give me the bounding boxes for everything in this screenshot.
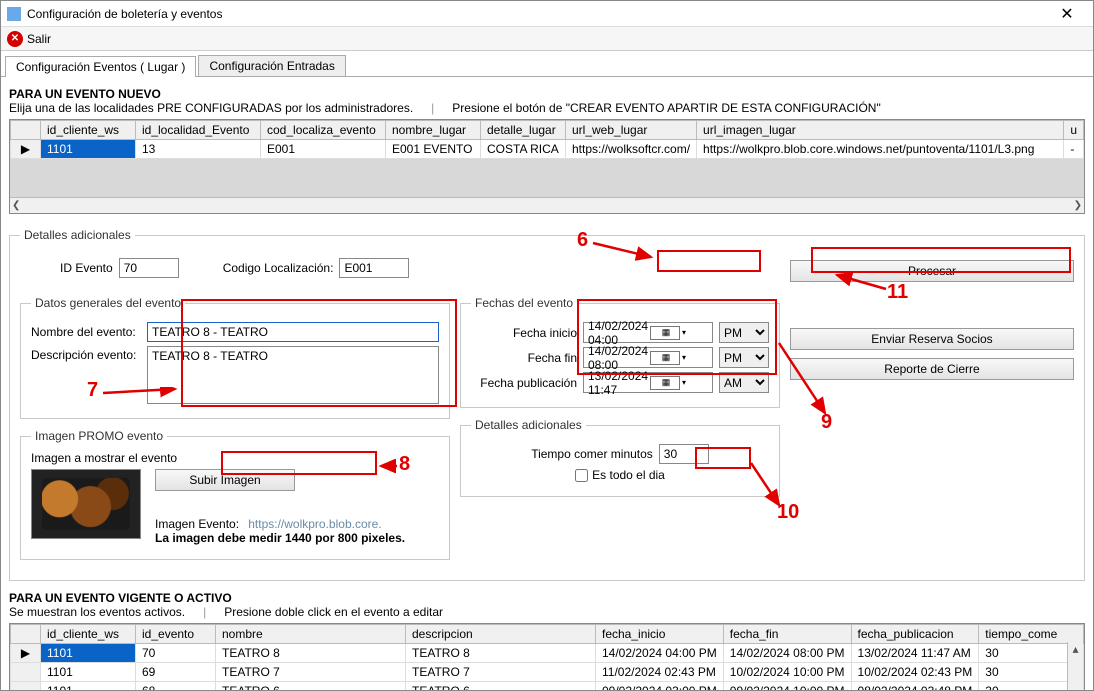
col-id-localidad[interactable]: id_localidad_Evento xyxy=(136,121,261,140)
descripcion-evento-label: Descripción evento: xyxy=(31,346,141,362)
fecha-pub-label: Fecha publicación xyxy=(480,376,577,390)
separator: | xyxy=(431,101,434,115)
nombre-evento-label: Nombre del evento: xyxy=(31,325,141,339)
promo-mostrar-label: Imagen a mostrar el evento xyxy=(31,451,439,465)
calendar-icon[interactable]: ▦ xyxy=(650,326,680,340)
table-row[interactable]: 110168TEATRO 6TEATRO 609/02/2024 03:00 P… xyxy=(11,682,1084,691)
col-fecha-fin[interactable]: fecha_fin xyxy=(723,625,851,644)
nombre-evento-input[interactable] xyxy=(147,322,439,342)
exit-button[interactable]: Salir xyxy=(27,32,51,46)
todo-dia-label: Es todo el dia xyxy=(592,468,665,482)
descripcion-evento-input[interactable]: TEATRO 8 - TEATRO xyxy=(147,346,439,404)
new-event-hint2: Presione el botón de "CREAR EVENTO APART… xyxy=(452,101,880,115)
detalles-legend: Detalles adicionales xyxy=(20,228,135,242)
todo-dia-checkbox[interactable] xyxy=(575,469,588,482)
col-id-evento[interactable]: id_evento xyxy=(136,625,216,644)
extra-legend: Detalles adicionales xyxy=(471,418,586,432)
col-fecha-inicio[interactable]: fecha_inicio xyxy=(596,625,724,644)
new-event-heading: PARA UN EVENTO NUEVO xyxy=(9,87,1085,101)
close-button[interactable]: ✕ xyxy=(1047,4,1087,24)
col-url-imagen[interactable]: url_imagen_lugar xyxy=(697,121,1064,140)
procesar-button[interactable]: Procesar xyxy=(790,260,1074,282)
id-evento-label: ID Evento xyxy=(60,261,113,275)
v-scrollbar[interactable]: ▴▾ xyxy=(1067,642,1083,691)
tab-config-lugar[interactable]: Configuración Eventos ( Lugar ) xyxy=(5,56,196,77)
promo-note: La imagen debe medir 1440 por 800 pixele… xyxy=(155,531,405,545)
subir-imagen-button[interactable]: Subir Imagen xyxy=(155,469,295,491)
cell-cod-localiza[interactable]: E001 xyxy=(261,140,386,159)
id-evento-input[interactable] xyxy=(119,258,179,278)
chevron-down-icon[interactable]: ▾ xyxy=(680,353,710,362)
fecha-fin-input[interactable]: 14/02/2024 08:00▦▾ xyxy=(583,347,713,368)
tab-config-entradas[interactable]: Configuración Entradas xyxy=(198,55,345,76)
localidades-grid[interactable]: id_cliente_ws id_localidad_Evento cod_lo… xyxy=(9,119,1085,214)
exit-icon: ✕ xyxy=(7,31,23,47)
col-fecha-pub[interactable]: fecha_publicacion xyxy=(851,625,979,644)
cell-nombre-lugar[interactable]: E001 EVENTO xyxy=(386,140,481,159)
generales-legend: Datos generales del evento xyxy=(31,296,185,310)
active-events-hint2: Presione doble click en el evento a edit… xyxy=(224,605,443,619)
col-url-web[interactable]: url_web_lugar xyxy=(566,121,697,140)
active-events-hint1: Se muestran los eventos activos. xyxy=(9,605,185,619)
window-title: Configuración de boletería y eventos xyxy=(27,7,1047,21)
chevron-down-icon[interactable]: ▾ xyxy=(680,378,710,387)
new-event-hint1: Elija una de las localidades PRE CONFIGU… xyxy=(9,101,413,115)
chevron-down-icon[interactable]: ▾ xyxy=(680,328,710,337)
table-row[interactable]: ▶ 1101 13 E001 E001 EVENTO COSTA RICA ht… xyxy=(11,140,1084,159)
enviar-reserva-button[interactable]: Enviar Reserva Socios xyxy=(790,328,1074,350)
col-id-cliente-ws[interactable]: id_cliente_ws xyxy=(41,625,136,644)
fecha-inicio-input[interactable]: 14/02/2024 04:00▦▾ xyxy=(583,322,713,343)
app-icon xyxy=(7,7,21,21)
h-scrollbar[interactable]: ❮❯ xyxy=(10,197,1084,213)
tiempo-comer-label: Tiempo comer minutos xyxy=(531,447,653,461)
col-id-cliente-ws[interactable]: id_cliente_ws xyxy=(41,121,136,140)
active-events-heading: PARA UN EVENTO VIGENTE O ACTIVO xyxy=(9,591,1085,605)
cell-extra[interactable]: - xyxy=(1064,140,1084,159)
cell-detalle-lugar[interactable]: COSTA RICA xyxy=(481,140,566,159)
cell-url-web[interactable]: https://wolksoftcr.com/ xyxy=(566,140,697,159)
fecha-pub-input[interactable]: 13/02/2024 11:47▦▾ xyxy=(583,372,713,393)
col-nombre-lugar[interactable]: nombre_lugar xyxy=(386,121,481,140)
calendar-icon[interactable]: ▦ xyxy=(650,376,680,390)
col-tiempo-comer[interactable]: tiempo_come xyxy=(979,625,1084,644)
fecha-inicio-label: Fecha inicio xyxy=(513,326,577,340)
promo-legend: Imagen PROMO evento xyxy=(31,429,167,443)
col-nombre[interactable]: nombre xyxy=(216,625,406,644)
promo-image xyxy=(31,469,141,539)
reporte-cierre-button[interactable]: Reporte de Cierre xyxy=(790,358,1074,380)
codigo-loc-input[interactable] xyxy=(339,258,409,278)
fecha-pub-ampm[interactable]: AM xyxy=(719,372,769,393)
col-detalle-lugar[interactable]: detalle_lugar xyxy=(481,121,566,140)
col-extra[interactable]: u xyxy=(1064,121,1084,140)
fecha-fin-label: Fecha fin xyxy=(528,351,577,365)
imagen-evento-url: https://wolkpro.blob.core. xyxy=(248,517,381,531)
fecha-inicio-ampm[interactable]: PM xyxy=(719,322,769,343)
eventos-grid[interactable]: ▴▾ id_cliente_ws id_evento nombre descri… xyxy=(9,623,1085,691)
col-descripcion[interactable]: descripcion xyxy=(406,625,596,644)
tiempo-comer-input[interactable] xyxy=(659,444,709,464)
cell-id-localidad[interactable]: 13 xyxy=(136,140,261,159)
codigo-loc-label: Codigo Localización: xyxy=(223,261,334,275)
imagen-evento-label: Imagen Evento: xyxy=(155,517,239,531)
table-row[interactable]: 110169TEATRO 7TEATRO 711/02/2024 02:43 P… xyxy=(11,663,1084,682)
cell-id-cliente[interactable]: 1101 xyxy=(41,140,136,159)
col-cod-localiza[interactable]: cod_localiza_evento xyxy=(261,121,386,140)
table-row[interactable]: ▶110170TEATRO 8TEATRO 814/02/2024 04:00 … xyxy=(11,644,1084,663)
calendar-icon[interactable]: ▦ xyxy=(650,351,680,365)
fecha-fin-ampm[interactable]: PM xyxy=(719,347,769,368)
cell-url-imagen[interactable]: https://wolkpro.blob.core.windows.net/pu… xyxy=(697,140,1064,159)
fechas-legend: Fechas del evento xyxy=(471,296,577,310)
